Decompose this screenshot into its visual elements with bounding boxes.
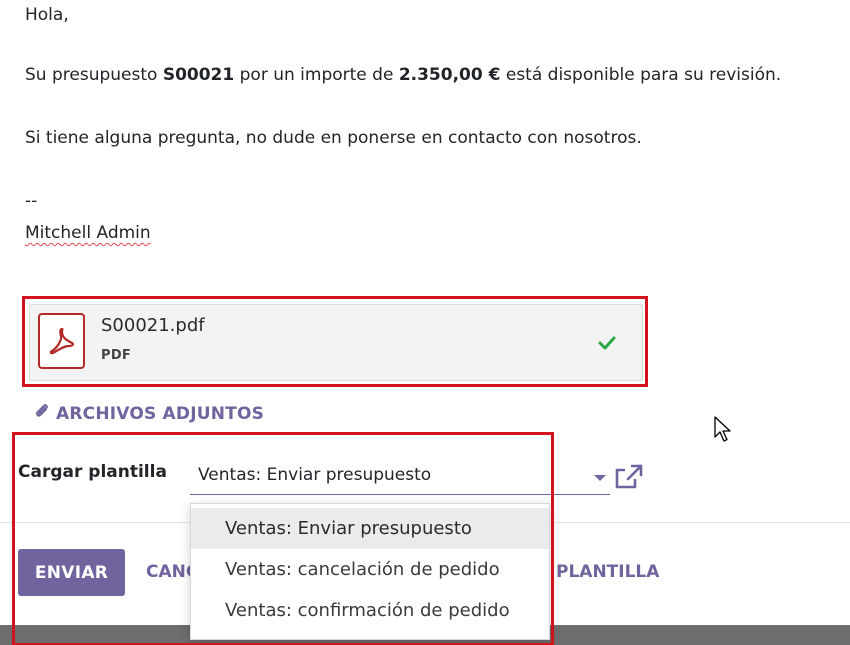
save-as-template-button[interactable]: PLANTILLA [556, 562, 659, 582]
cancel-button[interactable]: CANCELAR [146, 562, 192, 582]
pdf-icon [38, 313, 85, 369]
email-quote-line: Su presupuesto S00021 por un importe de … [25, 65, 782, 85]
chevron-down-icon[interactable] [594, 475, 606, 481]
attachments-button[interactable]: ARCHIVOS ADJUNTOS [33, 402, 264, 425]
quote-reference: S00021 [162, 65, 235, 85]
external-link-icon[interactable] [612, 461, 646, 497]
dropdown-option-confirmacion-pedido[interactable]: Ventas: confirmación de pedido [191, 590, 549, 631]
signature-separator: -- [25, 191, 38, 211]
dropdown-option-enviar-presupuesto[interactable]: Ventas: Enviar presupuesto [191, 508, 549, 549]
quote-amount: 2.350,00 € [398, 65, 501, 85]
attachment-file-type: PDF [101, 348, 132, 363]
attachment-file-name: S00021.pdf [101, 315, 205, 336]
template-dropdown-menu: Ventas: Enviar presupuesto Ventas: cance… [190, 503, 550, 640]
email-greeting: Hola, [25, 5, 69, 25]
template-selected-value: Ventas: Enviar presupuesto [198, 465, 432, 485]
template-select[interactable]: Ventas: Enviar presupuesto [190, 459, 610, 495]
email-contact-line: Si tiene alguna pregunta, no dude en pon… [25, 128, 642, 148]
send-button[interactable]: ENVIAR [18, 549, 125, 596]
check-icon [598, 335, 616, 354]
mouse-cursor-icon [713, 415, 735, 449]
paperclip-icon [33, 402, 51, 425]
attachments-label: ARCHIVOS ADJUNTOS [56, 403, 265, 424]
template-label: Cargar plantilla [18, 462, 167, 482]
attachment-card[interactable]: S00021.pdf PDF [29, 304, 643, 381]
signature-name: Mitchell Admin [25, 223, 151, 243]
dropdown-option-cancelacion-pedido[interactable]: Ventas: cancelación de pedido [191, 549, 549, 590]
